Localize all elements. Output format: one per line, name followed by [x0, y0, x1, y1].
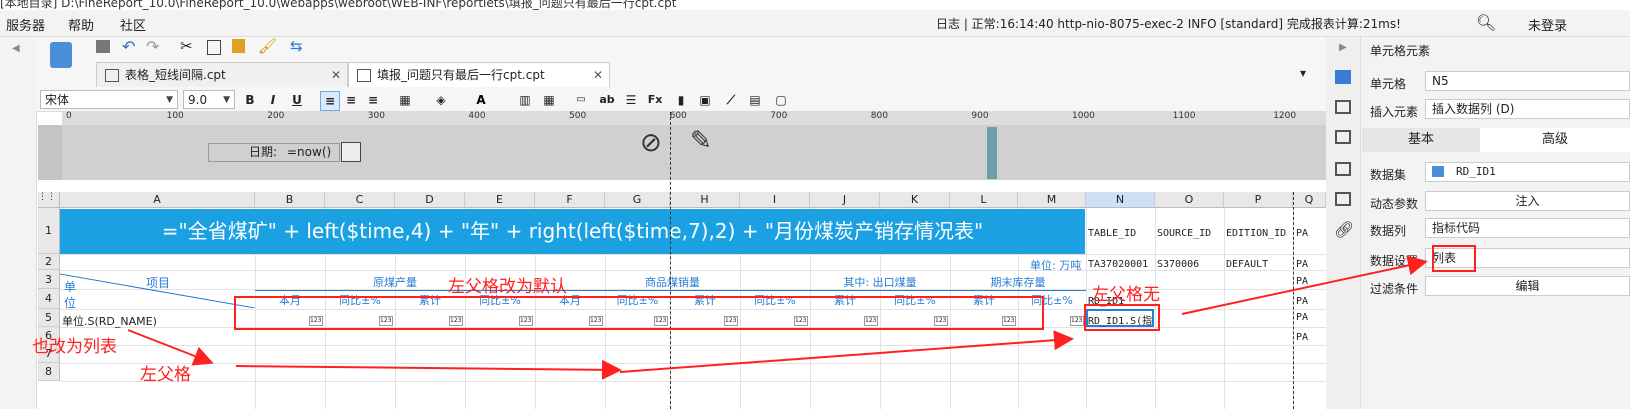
annotation-arrows [127, 255, 1428, 380]
